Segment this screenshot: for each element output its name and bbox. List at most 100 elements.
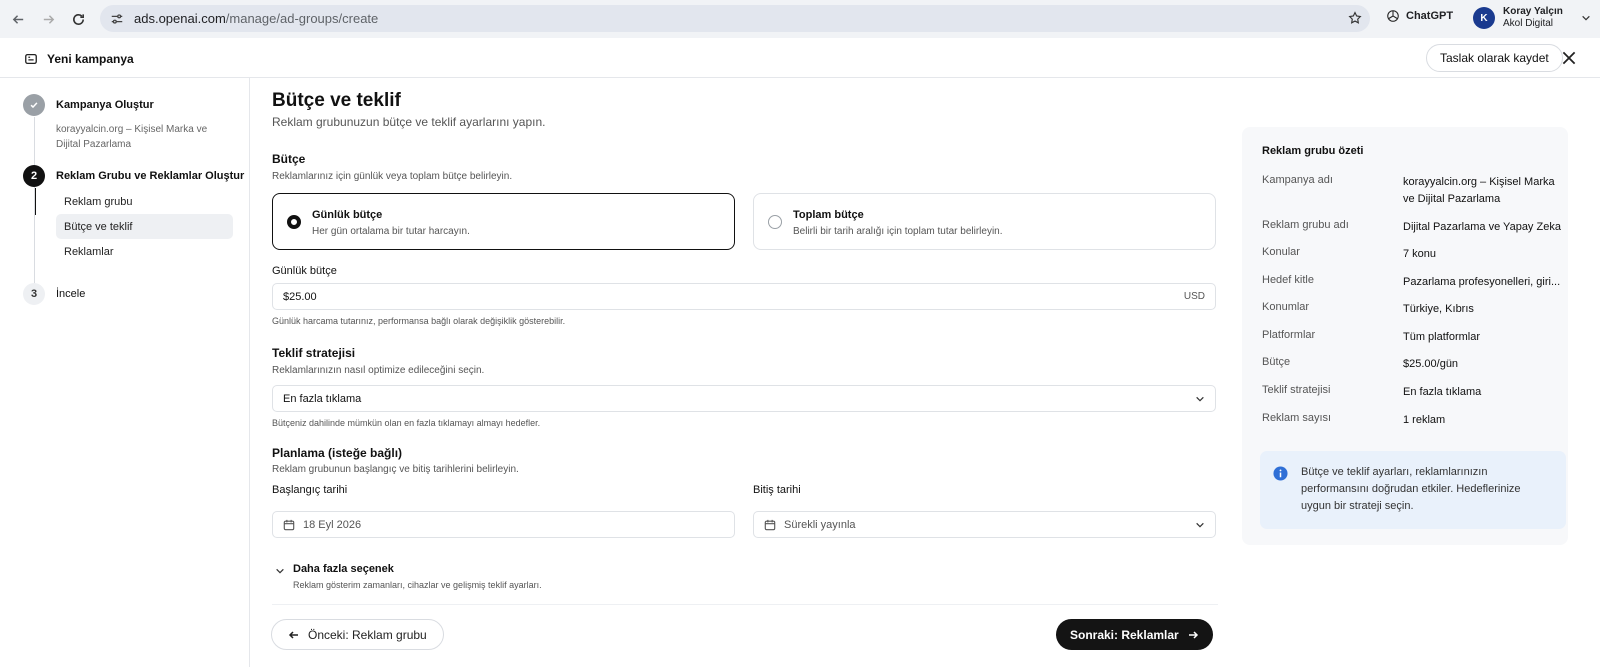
summary-value: Pazarlama profesyonelleri, giri...	[1403, 276, 1561, 288]
url-host: ads.openai.com	[134, 11, 226, 26]
next-button[interactable]: Sonraki: Reklamlar	[1056, 619, 1213, 650]
summary-key: Reklam sayısı	[1262, 412, 1332, 424]
more-options-desc: Reklam gösterim zamanları, cihazlar ve g…	[293, 580, 542, 590]
save-draft-button[interactable]: Taslak olarak kaydet	[1426, 44, 1563, 72]
page-title: Bütçe ve teklif	[272, 90, 401, 111]
chatgpt-extension[interactable]: ChatGPT	[1386, 9, 1453, 23]
bid-strategy-value: En fazla tıklama	[283, 392, 362, 405]
step-connector	[34, 188, 35, 288]
address-bar[interactable]: ads.openai.com /manage/ad-groups/create	[100, 5, 1370, 32]
previous-button[interactable]: Önceki: Reklam grubu	[271, 619, 444, 650]
profile-org: Akol Digital	[1503, 18, 1554, 29]
app-header: Yeni kampanya Taslak olarak kaydet	[0, 40, 1600, 78]
step-3-number: 3	[23, 283, 45, 305]
arrow-left-icon	[288, 630, 298, 639]
start-date-input[interactable]: 18 Eyl 2026	[272, 511, 735, 538]
summary-value: Tüm platformlar	[1403, 331, 1481, 343]
daily-budget-label: Günlük bütçe	[272, 265, 337, 277]
summary-key: Kampanya adı	[1262, 174, 1333, 186]
profile-name: Koray Yalçın	[1503, 6, 1563, 17]
openai-logo-icon	[1387, 10, 1399, 22]
more-options-toggle[interactable]: Daha fazla seçenek	[293, 563, 394, 575]
info-text: Bütçe ve teklif ayarları, reklamlarınızı…	[1301, 466, 1521, 512]
summary-key: Konular	[1262, 246, 1300, 258]
summary-value: 1 reklam	[1403, 414, 1446, 426]
daily-budget-option-desc: Her gün ortalama bir tutar harcayın.	[312, 226, 470, 237]
page-header-title: Yeni kampanya	[47, 51, 134, 66]
substep-reklam-grubu[interactable]: Reklam grubu	[56, 189, 233, 214]
chevron-down-icon	[1196, 522, 1204, 528]
info-icon	[1273, 466, 1288, 481]
campaign-icon	[25, 53, 37, 64]
info-callout: Bütçe ve teklif ayarları, reklamlarınızı…	[1260, 451, 1566, 529]
bookmark-star-icon[interactable]	[1348, 11, 1362, 25]
page-subtitle: Reklam grubunuzun bütçe ve teklif ayarla…	[272, 115, 546, 129]
summary-key: Reklam grubu adı	[1262, 219, 1349, 231]
site-settings-icon[interactable]	[110, 12, 124, 26]
schedule-desc: Reklam grubunun başlangıç ve bitiş tarih…	[272, 464, 519, 475]
summary-key: Konumlar	[1262, 301, 1310, 313]
substep-reklamlar[interactable]: Reklamlar	[56, 239, 233, 264]
summary-value: Türkiye, Kıbrıs	[1403, 303, 1474, 315]
bid-strategy-select[interactable]: En fazla tıklama	[272, 385, 1216, 412]
calendar-icon	[764, 519, 776, 530]
start-date-value: 18 Eyl 2026	[303, 518, 362, 531]
total-budget-option-title: Toplam bütçe	[793, 209, 864, 221]
previous-button-label: Önceki: Reklam grubu	[308, 627, 427, 642]
start-date-label: Başlangıç tarihi	[272, 484, 348, 496]
avatar: K	[1473, 7, 1495, 29]
summary-value: 7 konu	[1403, 248, 1437, 260]
radio-unselected-icon[interactable]	[768, 215, 782, 229]
reload-icon[interactable]	[63, 4, 93, 34]
summary-key: Bütçe	[1262, 356, 1291, 368]
bid-strategy-hint: Bütçeniz dahilinde mümkün olan en fazla …	[272, 418, 541, 428]
budget-section-desc: Reklamlarınız için günlük veya toplam bü…	[272, 171, 513, 182]
budget-section-title: Bütçe	[272, 152, 306, 166]
daily-budget-option[interactable]: Günlük bütçe Her gün ortalama bir tutar …	[272, 193, 735, 250]
summary-key: Hedef kitle	[1262, 274, 1314, 286]
step-2-title[interactable]: Reklam Grubu ve Reklamlar Oluştur	[56, 170, 244, 182]
back-icon[interactable]	[3, 4, 33, 34]
url-path: /manage/ad-groups/create	[225, 11, 379, 26]
profile-menu[interactable]: K Koray Yalçın Akol Digital	[1473, 6, 1591, 30]
step-1-title[interactable]: Kampanya Oluştur	[56, 99, 154, 111]
end-date-label: Bitiş tarihi	[753, 484, 801, 496]
forward-icon[interactable]	[33, 4, 63, 34]
daily-budget-value: $25.00	[283, 290, 317, 303]
summary-value: En fazla tıklama	[1403, 386, 1482, 398]
budget-bid-form: Bütçe ve teklif Reklam grubunuzun bütçe …	[271, 78, 1218, 667]
step-1-done-icon	[23, 94, 45, 116]
radio-selected-icon[interactable]	[287, 215, 301, 229]
chatgpt-label: ChatGPT	[1406, 10, 1454, 22]
summary-value: Dijital Pazarlama ve Yapay Zeka	[1403, 221, 1561, 233]
substep-butce-ve-teklif[interactable]: Bütçe ve teklif	[56, 214, 233, 239]
bid-strategy-desc: Reklamlarınızın nasıl optimize edileceği…	[272, 365, 485, 376]
arrow-right-icon	[1188, 630, 1198, 639]
end-date-value: Sürekli yayınla	[784, 518, 856, 531]
schedule-title: Planlama (isteğe bağlı)	[272, 446, 403, 460]
browser-toolbar: ads.openai.com /manage/ad-groups/create …	[0, 0, 1600, 38]
total-budget-option[interactable]: Toplam bütçe Belirli bir tarih aralığı i…	[753, 193, 1216, 250]
expand-chevron-icon[interactable]	[275, 566, 285, 576]
end-date-select[interactable]: Sürekli yayınla	[753, 511, 1216, 538]
summary-key: Teklif stratejisi	[1262, 384, 1331, 396]
daily-budget-option-title: Günlük bütçe	[312, 209, 383, 221]
currency-label: USD	[1183, 291, 1205, 302]
chevron-down-icon	[1196, 396, 1204, 402]
next-button-label: Sonraki: Reklamlar	[1070, 627, 1179, 642]
total-budget-option-desc: Belirli bir tarih aralığı için toplam tu…	[793, 226, 1003, 237]
ad-group-summary: Reklam grubu özeti Kampanya adı korayyal…	[1242, 127, 1568, 545]
step-3-title[interactable]: İncele	[56, 288, 85, 300]
summary-value: korayyalcin.org – Kişisel Marka ve Dijit…	[1403, 176, 1555, 205]
daily-budget-input[interactable]: $25.00 USD	[272, 283, 1216, 310]
summary-title: Reklam grubu özeti	[1262, 145, 1364, 157]
calendar-icon	[283, 519, 295, 530]
chevron-down-icon	[1582, 15, 1590, 21]
steps-sidebar: Kampanya Oluştur korayyalcin.org – Kişis…	[0, 78, 250, 667]
step-2-number: 2	[23, 165, 45, 187]
divider	[272, 604, 1218, 605]
bid-strategy-title: Teklif stratejisi	[272, 346, 356, 360]
summary-key: Platformlar	[1262, 329, 1316, 341]
close-icon[interactable]	[1560, 49, 1578, 67]
step-1-subtitle: korayyalcin.org – Kişisel Marka ve Dijit…	[56, 124, 208, 150]
